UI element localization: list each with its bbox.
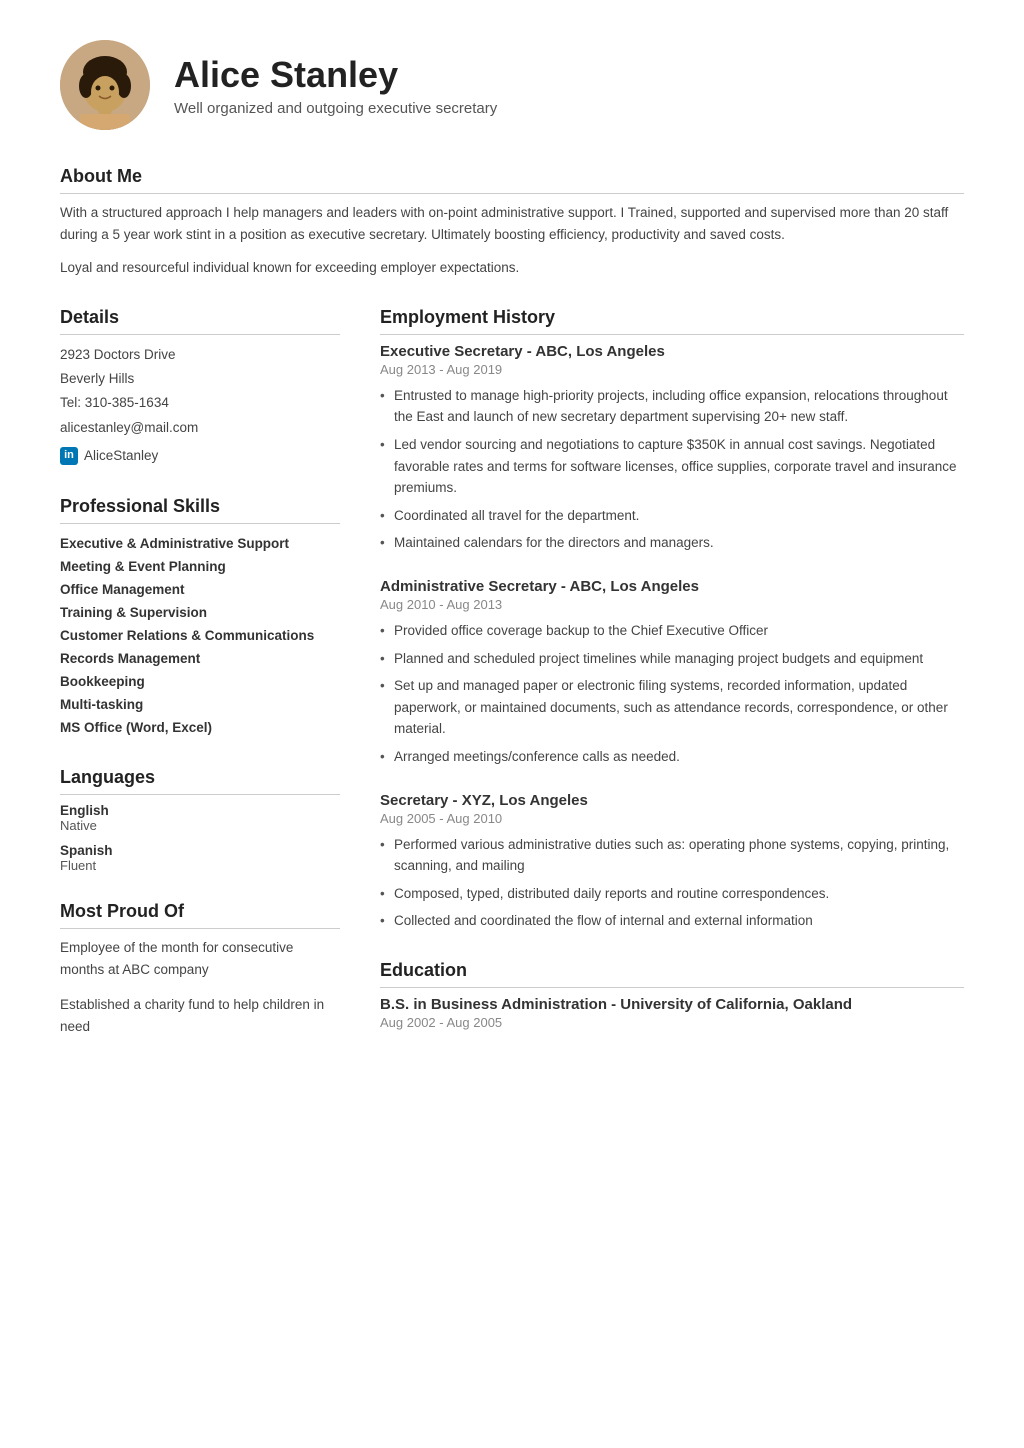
email: alicestanley@mail.com bbox=[60, 416, 340, 440]
job-bullet: Led vendor sourcing and negotiations to … bbox=[380, 434, 964, 499]
job-bullet: Planned and scheduled project timelines … bbox=[380, 648, 964, 670]
job-bullet: Set up and managed paper or electronic f… bbox=[380, 675, 964, 740]
edu-title: B.S. in Business Administration - Univer… bbox=[380, 996, 964, 1013]
job-bullet: Collected and coordinated the flow of in… bbox=[380, 910, 964, 932]
languages-heading: Languages bbox=[60, 767, 340, 795]
skill-item: Office Management bbox=[60, 578, 340, 601]
about-para-1: With a structured approach I help manage… bbox=[60, 202, 964, 245]
header-section: Alice Stanley Well organized and outgoin… bbox=[60, 40, 964, 130]
avatar bbox=[60, 40, 150, 130]
job-bullet: Entrusted to manage high-priority projec… bbox=[380, 385, 964, 428]
job-bullets: Entrusted to manage high-priority projec… bbox=[380, 385, 964, 554]
job-entry: Executive Secretary - ABC, Los Angeles Au… bbox=[380, 343, 964, 554]
job-title: Executive Secretary - ABC, Los Angeles bbox=[380, 343, 964, 360]
job-bullet: Arranged meetings/conference calls as ne… bbox=[380, 746, 964, 768]
about-para-2: Loyal and resourceful individual known f… bbox=[60, 257, 964, 279]
two-column-layout: Details 2923 Doctors Drive Beverly Hills… bbox=[60, 307, 964, 1066]
candidate-subtitle: Well organized and outgoing executive se… bbox=[174, 100, 497, 117]
job-dates: Aug 2013 - Aug 2019 bbox=[380, 362, 964, 377]
proud-item: Employee of the month for consecutive mo… bbox=[60, 937, 340, 980]
proud-item: Established a charity fund to help child… bbox=[60, 994, 340, 1037]
proud-heading: Most Proud Of bbox=[60, 901, 340, 929]
details-heading: Details bbox=[60, 307, 340, 335]
employment-heading: Employment History bbox=[380, 307, 964, 335]
skill-item: Bookkeeping bbox=[60, 670, 340, 693]
job-dates: Aug 2010 - Aug 2013 bbox=[380, 597, 964, 612]
jobs-list: Executive Secretary - ABC, Los Angeles Au… bbox=[380, 343, 964, 932]
skill-item: Customer Relations & Communications bbox=[60, 624, 340, 647]
skills-heading: Professional Skills bbox=[60, 496, 340, 524]
about-heading: About Me bbox=[60, 166, 964, 194]
job-entry: Administrative Secretary - ABC, Los Ange… bbox=[380, 578, 964, 768]
skill-item: MS Office (Word, Excel) bbox=[60, 716, 340, 739]
skill-item: Multi-tasking bbox=[60, 693, 340, 716]
education-list: B.S. in Business Administration - Univer… bbox=[380, 996, 964, 1030]
education-heading: Education bbox=[380, 960, 964, 988]
linkedin-handle: AliceStanley bbox=[84, 444, 158, 468]
skill-item: Executive & Administrative Support bbox=[60, 532, 340, 555]
language-level: Fluent bbox=[60, 858, 340, 873]
languages-list: EnglishNative SpanishFluent bbox=[60, 803, 340, 873]
edu-dates: Aug 2002 - Aug 2005 bbox=[380, 1015, 964, 1030]
job-entry: Secretary - XYZ, Los Angeles Aug 2005 - A… bbox=[380, 792, 964, 932]
language-name: English bbox=[60, 803, 340, 818]
header-text: Alice Stanley Well organized and outgoin… bbox=[174, 53, 497, 117]
proud-list: Employee of the month for consecutive mo… bbox=[60, 937, 340, 1037]
proud-section: Most Proud Of Employee of the month for … bbox=[60, 901, 340, 1037]
job-title: Secretary - XYZ, Los Angeles bbox=[380, 792, 964, 809]
education-section: Education B.S. in Business Administratio… bbox=[380, 960, 964, 1030]
education-entry: B.S. in Business Administration - Univer… bbox=[380, 996, 964, 1030]
language-level: Native bbox=[60, 818, 340, 833]
skill-item: Meeting & Event Planning bbox=[60, 555, 340, 578]
language-name: Spanish bbox=[60, 843, 340, 858]
skill-item: Records Management bbox=[60, 647, 340, 670]
details-text: 2923 Doctors Drive Beverly Hills Tel: 31… bbox=[60, 343, 340, 468]
job-bullet: Maintained calendars for the directors a… bbox=[380, 532, 964, 554]
address-line1: 2923 Doctors Drive bbox=[60, 343, 340, 367]
right-column: Employment History Executive Secretary -… bbox=[380, 307, 964, 1066]
language-item: EnglishNative bbox=[60, 803, 340, 833]
candidate-name: Alice Stanley bbox=[174, 53, 497, 96]
skills-list: Executive & Administrative SupportMeetin… bbox=[60, 532, 340, 739]
job-dates: Aug 2005 - Aug 2010 bbox=[380, 811, 964, 826]
linkedin-row: in AliceStanley bbox=[60, 444, 340, 468]
languages-section: Languages EnglishNative SpanishFluent bbox=[60, 767, 340, 873]
employment-section: Employment History Executive Secretary -… bbox=[380, 307, 964, 932]
job-bullet: Composed, typed, distributed daily repor… bbox=[380, 883, 964, 905]
job-bullet: Provided office coverage backup to the C… bbox=[380, 620, 964, 642]
telephone: Tel: 310-385-1634 bbox=[60, 391, 340, 415]
address-line2: Beverly Hills bbox=[60, 367, 340, 391]
job-title: Administrative Secretary - ABC, Los Ange… bbox=[380, 578, 964, 595]
job-bullets: Performed various administrative duties … bbox=[380, 834, 964, 932]
about-section: About Me With a structured approach I he… bbox=[60, 166, 964, 279]
linkedin-icon: in bbox=[60, 447, 78, 465]
skills-section: Professional Skills Executive & Administ… bbox=[60, 496, 340, 739]
skill-item: Training & Supervision bbox=[60, 601, 340, 624]
language-item: SpanishFluent bbox=[60, 843, 340, 873]
job-bullet: Coordinated all travel for the departmen… bbox=[380, 505, 964, 527]
job-bullets: Provided office coverage backup to the C… bbox=[380, 620, 964, 768]
job-bullet: Performed various administrative duties … bbox=[380, 834, 964, 877]
left-column: Details 2923 Doctors Drive Beverly Hills… bbox=[60, 307, 340, 1066]
details-section: Details 2923 Doctors Drive Beverly Hills… bbox=[60, 307, 340, 468]
